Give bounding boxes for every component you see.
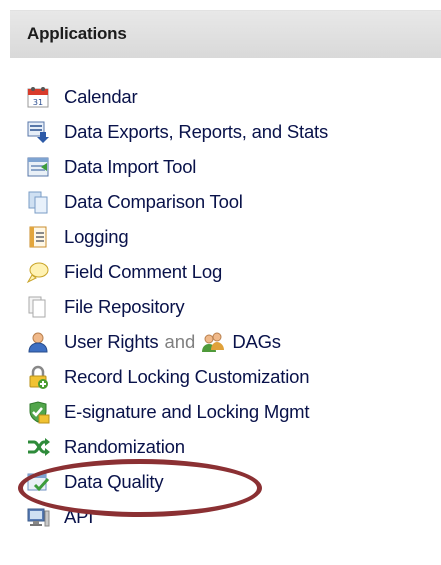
calendar-link[interactable]: 31 Calendar [26, 80, 441, 114]
api-icon [26, 505, 50, 529]
randomization-icon [26, 435, 50, 459]
data-quality-link[interactable]: Data Quality [26, 465, 441, 499]
esignature-link[interactable]: E-signature and Locking Mgmt [26, 395, 441, 429]
applications-panel: Applications 31 Calendar Data Exports, R… [10, 10, 441, 565]
logging-link[interactable]: Logging [26, 220, 441, 254]
group-icon [201, 330, 225, 354]
randomization-label: Randomization [64, 436, 185, 457]
field-comment-log-link[interactable]: Field Comment Log [26, 255, 441, 289]
esignature-label: E-signature and Locking Mgmt [64, 401, 310, 422]
record-locking-link[interactable]: Record Locking Customization [26, 360, 441, 394]
data-comparison-icon [26, 190, 50, 214]
data-quality-label: Data Quality [64, 471, 164, 492]
file-repository-icon [26, 295, 50, 319]
data-quality-icon [26, 470, 50, 494]
data-comparison-label: Data Comparison Tool [64, 191, 243, 212]
file-repository-link[interactable]: File Repository [26, 290, 441, 324]
applications-list: 31 Calendar Data Exports, Reports, and S… [10, 10, 441, 565]
calendar-icon: 31 [26, 85, 50, 109]
calendar-label: Calendar [64, 86, 138, 107]
data-import-link[interactable]: Data Import Tool [26, 150, 441, 184]
esignature-icon [26, 400, 50, 424]
svg-text:31: 31 [33, 98, 43, 107]
api-link[interactable]: API [26, 500, 441, 534]
data-exports-label: Data Exports, Reports, and Stats [64, 121, 329, 142]
record-locking-label: Record Locking Customization [64, 366, 310, 387]
data-import-label: Data Import Tool [64, 156, 197, 177]
field-comment-icon [26, 260, 50, 284]
dags-link[interactable]: DAGs [232, 331, 281, 353]
user-rights-link[interactable]: User Rights [64, 331, 159, 353]
logging-icon [26, 225, 50, 249]
lock-icon [26, 365, 50, 389]
data-import-icon [26, 155, 50, 179]
data-comparison-link[interactable]: Data Comparison Tool [26, 185, 441, 219]
randomization-link[interactable]: Randomization [26, 430, 441, 464]
user-rights-row: User Rights and DAGs [26, 325, 441, 359]
user-icon [26, 330, 50, 354]
file-repository-label: File Repository [64, 296, 185, 317]
data-export-icon [26, 120, 50, 144]
and-connector: and [164, 331, 196, 352]
data-exports-link[interactable]: Data Exports, Reports, and Stats [26, 115, 441, 149]
api-label: API [64, 506, 94, 527]
field-comment-log-label: Field Comment Log [64, 261, 223, 282]
logging-label: Logging [64, 226, 129, 247]
